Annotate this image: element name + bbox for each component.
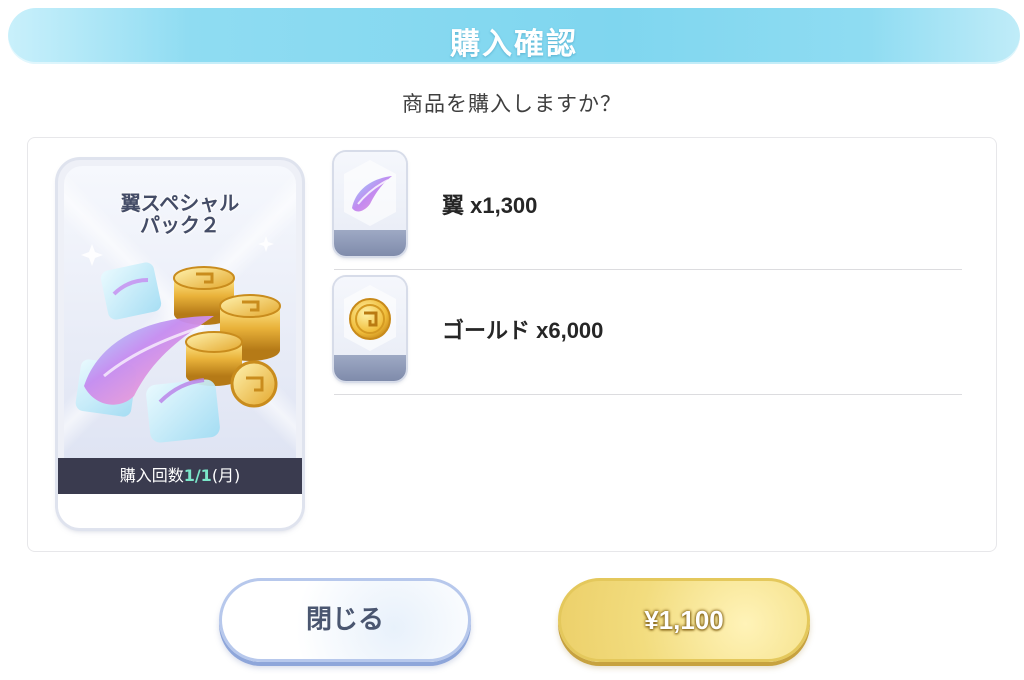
close-button[interactable]: 閉じる [219,578,471,662]
pack-item-row: ゴールド x6,000 [334,277,962,395]
purchase-count-bar: 購入回数1/1(月) [58,458,302,494]
product-card: 翼スペシャル パック２ 購入回数1/1(月) [58,160,302,528]
purchase-count-label: 購入回数 [119,466,184,485]
pack-name-line2: パック２ [140,213,220,237]
purchase-count-value: 1/1 [183,466,212,485]
purchase-period: (月) [211,466,241,485]
wing-feather-icon [334,152,406,256]
dialog-title: 購入確認 [450,27,578,62]
item-label: ゴールド x6,000 [442,318,604,343]
pack-art-image: 翼スペシャル パック２ [64,166,296,458]
pack-name-line1: 翼スペシャル [120,191,240,215]
pack-item-row: 翼 x1,300 [334,152,962,270]
gold-coin-icon [334,277,406,381]
confirm-question: 商品を購入しますか？ [402,92,622,116]
buy-button[interactable]: ¥1,100 [558,578,810,662]
pack-name: 翼スペシャル パック２ [64,192,296,236]
purchase-confirm-dialog: 購入確認 商品を購入しますか？ 翼スペシャル パック２ 購入回数1/1(月) 翼… [0,0,1024,680]
card-bottom-frame [58,494,302,528]
title-bar: 購入確認 [8,8,1020,64]
item-label: 翼 x1,300 [442,193,538,218]
